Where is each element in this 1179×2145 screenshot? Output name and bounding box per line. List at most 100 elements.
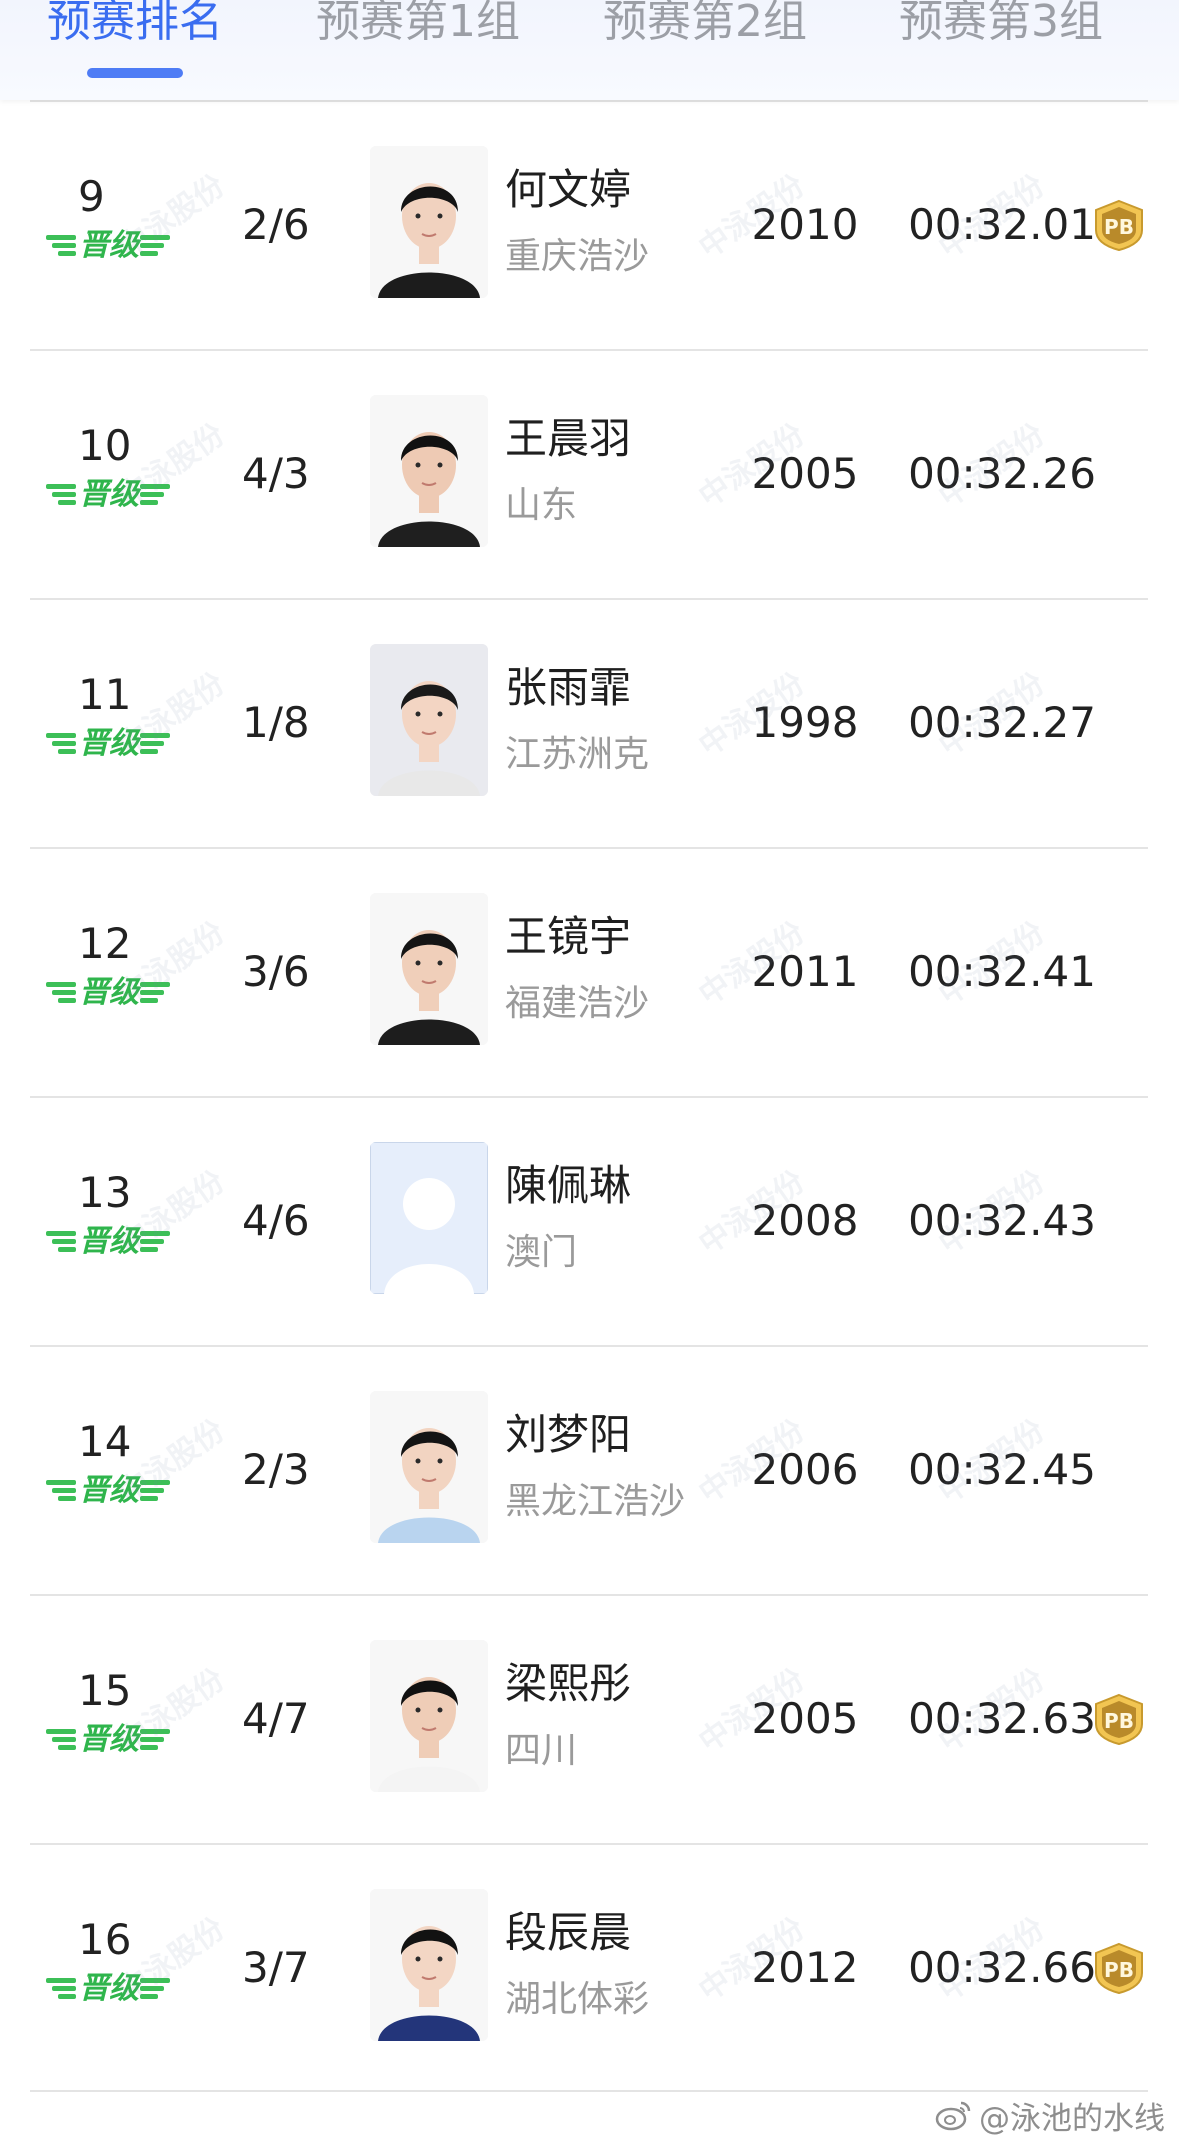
advance-badge: 晋级 — [46, 1221, 170, 1263]
tab-bar: 预赛排名 预赛第1组 预赛第2组 预赛第3组 — [0, 0, 1179, 100]
finish-time: 00:32.01 — [908, 200, 1096, 249]
rank-number: 15 — [78, 1666, 132, 1715]
badge-wing-left-icon — [46, 731, 76, 757]
finish-time: 00:32.66 — [908, 1943, 1096, 1992]
rank-number: 16 — [78, 1915, 132, 1964]
active-tab-indicator — [87, 68, 183, 78]
advance-badge: 晋级 — [46, 1719, 170, 1761]
tab-heat-2[interactable]: 预赛第2组 — [603, 0, 807, 52]
badge-wing-left-icon — [46, 980, 76, 1006]
birth-year: 2012 — [751, 1943, 859, 1992]
advance-badge-label: 晋级 — [79, 1971, 139, 2006]
ranking-row[interactable]: 11 晋级 1/8 张雨霏 江苏洲克 1998 00:32.27 中泳股份 中泳股份 中泳股份 — [30, 598, 1148, 847]
ranking-row[interactable]: 15 晋级 4/7 梁熙彤 四川 2005 00:32.63 PB 中泳股份 中泳股份 中泳股份 — [30, 1594, 1148, 1843]
finish-time: 00:32.45 — [908, 1445, 1096, 1494]
athlete-team: 澳门 — [505, 1232, 578, 1273]
svg-text:PB: PB — [1104, 215, 1134, 239]
badge-wing-right-icon — [140, 1976, 170, 2002]
heat-lane: 4/3 — [242, 449, 310, 498]
athlete-name[interactable]: 陳佩琳 — [505, 1160, 631, 1212]
heat-lane: 2/3 — [242, 1445, 310, 1494]
badge-wing-right-icon — [140, 482, 170, 508]
athlete-team: 湖北体彩 — [505, 1979, 650, 2020]
advance-badge-label: 晋级 — [79, 1722, 139, 1757]
finish-time: 00:32.63 — [908, 1694, 1096, 1743]
athlete-photo[interactable] — [370, 146, 488, 298]
birth-year: 2005 — [751, 1694, 859, 1743]
badge-wing-left-icon — [46, 1727, 76, 1753]
badge-wing-left-icon — [46, 1478, 76, 1504]
ranking-row[interactable]: 13 晋级 4/6 陳佩琳 澳门 2008 00:32.43 中泳股份 中泳股份 中泳股份 — [30, 1096, 1148, 1345]
advance-badge: 晋级 — [46, 972, 170, 1014]
athlete-team: 黑龙江浩沙 — [505, 1481, 686, 1522]
athlete-team: 重庆浩沙 — [505, 236, 650, 277]
badge-wing-left-icon — [46, 233, 76, 259]
heat-lane: 2/6 — [242, 200, 310, 249]
finish-time: 00:32.26 — [908, 449, 1096, 498]
weibo-handle: @泳池的水线 — [979, 2101, 1165, 2137]
athlete-name[interactable]: 王晨羽 — [505, 413, 631, 465]
advance-badge-label: 晋级 — [79, 1224, 139, 1259]
rank-number: 9 — [78, 172, 105, 221]
ranking-row[interactable]: 10 晋级 4/3 王晨羽 山东 2005 00:32.26 中泳股份 中泳股份 中泳股份 — [30, 349, 1148, 598]
athlete-team: 福建浩沙 — [505, 983, 650, 1024]
athlete-name[interactable]: 何文婷 — [505, 164, 631, 216]
ranking-row[interactable]: 12 晋级 3/6 王镜宇 福建浩沙 2011 00:32.41 中泳股份 中泳股份 中泳股份 — [30, 847, 1148, 1096]
personal-best-badge-icon: PB — [1090, 1941, 1148, 1995]
results-list: 9 晋级 2/6 何文婷 重庆浩沙 2010 00:32.01 PB 中泳股份 中泳股份 中泳股份 1… — [30, 100, 1148, 2092]
tab-heats-ranking[interactable]: 预赛排名 — [47, 0, 223, 52]
tab-heat-1[interactable]: 预赛第1组 — [316, 0, 520, 52]
athlete-name[interactable]: 刘梦阳 — [505, 1409, 631, 1461]
birth-year: 2006 — [751, 1445, 859, 1494]
birth-year: 2010 — [751, 200, 859, 249]
athlete-photo[interactable] — [370, 1391, 488, 1543]
rank-number: 13 — [78, 1168, 132, 1217]
badge-wing-right-icon — [140, 233, 170, 259]
athlete-name[interactable]: 梁熙彤 — [505, 1658, 631, 1710]
badge-wing-right-icon — [140, 1229, 170, 1255]
personal-best-badge-icon: PB — [1090, 1692, 1148, 1746]
birth-year: 2008 — [751, 1196, 859, 1245]
athlete-team: 山东 — [505, 485, 578, 526]
athlete-photo[interactable] — [370, 395, 488, 547]
athlete-photo[interactable] — [370, 893, 488, 1045]
ranking-row[interactable]: 14 晋级 2/3 刘梦阳 黑龙江浩沙 2006 00:32.45 中泳股份 中泳股份 中泳股份 — [30, 1345, 1148, 1594]
advance-badge: 晋级 — [46, 1968, 170, 2010]
rank-number: 12 — [78, 919, 132, 968]
rank-number: 10 — [78, 421, 132, 470]
advance-badge-label: 晋级 — [79, 726, 139, 761]
athlete-photo[interactable] — [370, 1889, 488, 2041]
heat-lane: 3/6 — [242, 947, 310, 996]
svg-text:PB: PB — [1104, 1958, 1134, 1982]
advance-badge-label: 晋级 — [79, 228, 139, 263]
athlete-name[interactable]: 张雨霏 — [505, 662, 631, 714]
athlete-photo[interactable] — [370, 644, 488, 796]
placeholder-avatar-icon[interactable] — [370, 1142, 488, 1294]
badge-wing-right-icon — [140, 1727, 170, 1753]
badge-wing-right-icon — [140, 980, 170, 1006]
finish-time: 00:32.43 — [908, 1196, 1096, 1245]
athlete-name[interactable]: 段辰晨 — [505, 1907, 631, 1959]
heat-lane: 3/7 — [242, 1943, 310, 1992]
advance-badge-label: 晋级 — [79, 1473, 139, 1508]
advance-badge-label: 晋级 — [79, 477, 139, 512]
advance-badge: 晋级 — [46, 474, 170, 516]
heat-lane: 4/7 — [242, 1694, 310, 1743]
rank-number: 11 — [78, 670, 132, 719]
rank-number: 14 — [78, 1417, 132, 1466]
ranking-row[interactable]: 9 晋级 2/6 何文婷 重庆浩沙 2010 00:32.01 PB 中泳股份 中泳股份 中泳股份 — [30, 100, 1148, 349]
weibo-icon — [935, 2099, 973, 2143]
advance-badge-label: 晋级 — [79, 975, 139, 1010]
badge-wing-left-icon — [46, 1976, 76, 2002]
personal-best-badge-icon: PB — [1090, 198, 1148, 252]
tab-heat-3[interactable]: 预赛第3组 — [899, 0, 1103, 52]
badge-wing-left-icon — [46, 482, 76, 508]
advance-badge: 晋级 — [46, 1470, 170, 1512]
athlete-name[interactable]: 王镜宇 — [505, 911, 631, 963]
ranking-row[interactable]: 16 晋级 3/7 段辰晨 湖北体彩 2012 00:32.66 PB 中泳股份 中泳股份 中泳股份 — [30, 1843, 1148, 2092]
birth-year: 2011 — [751, 947, 859, 996]
badge-wing-left-icon — [46, 1229, 76, 1255]
advance-badge: 晋级 — [46, 225, 170, 267]
svg-text:PB: PB — [1104, 1709, 1134, 1733]
athlete-photo[interactable] — [370, 1640, 488, 1792]
